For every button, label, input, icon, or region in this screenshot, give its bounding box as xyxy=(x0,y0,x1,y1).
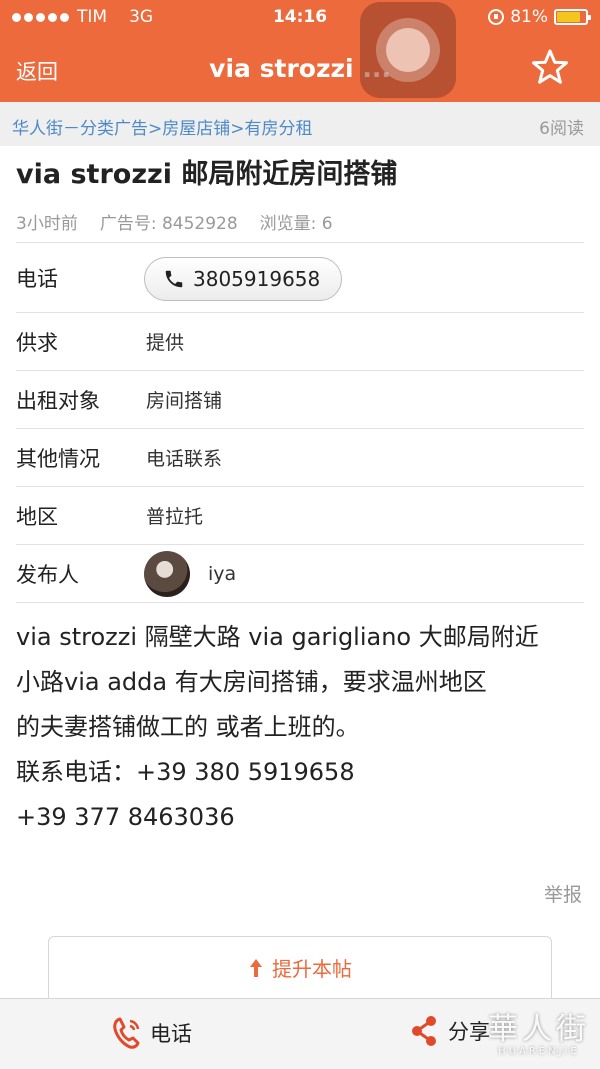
detail-value: 电话联系 xyxy=(146,448,223,470)
battery-info: 81% xyxy=(488,7,591,27)
assistive-touch-center xyxy=(386,28,430,72)
detail-value: 提供 xyxy=(146,332,185,354)
ad-number: 广告号: 8452928 xyxy=(99,214,238,234)
watermark-cn: 華人街 xyxy=(488,1012,590,1047)
star-outline-icon xyxy=(532,49,568,84)
promote-label: 提升本帖 xyxy=(272,957,352,981)
app-header: TIM 3G 14:16 81% 返回 via strozzi ... xyxy=(0,0,600,102)
detail-row-area: 地区 普拉托 xyxy=(16,487,584,545)
navigation-bar: 返回 via strozzi ... xyxy=(0,34,600,102)
description-line: via strozzi 隔壁大路 via garigliano 大邮局附近 xyxy=(16,623,539,651)
detail-row-phone: 电话 3805919658 xyxy=(16,243,584,313)
detail-row-target: 出租对象 房间搭铺 xyxy=(16,371,584,429)
share-label: 分享 xyxy=(448,1020,490,1044)
battery-icon xyxy=(554,9,591,25)
poster-name[interactable]: iya xyxy=(208,545,236,602)
detail-label: 供求 xyxy=(16,330,58,355)
detail-value: 房间搭铺 xyxy=(146,390,223,412)
watermark-logo: 華人街 HUARENJIE xyxy=(488,1004,590,1057)
call-label: 电话 xyxy=(150,1022,192,1046)
description-line: 小路via adda 有大房间搭铺，要求温州地区 xyxy=(16,668,487,696)
detail-value: 普拉托 xyxy=(146,506,204,528)
detail-label: 出租对象 xyxy=(16,388,100,413)
posted-time: 3小时前 xyxy=(16,214,78,234)
detail-label: 地区 xyxy=(16,504,58,529)
status-bar: TIM 3G 14:16 81% xyxy=(0,0,600,34)
promote-post-button[interactable]: 提升本帖 xyxy=(48,936,552,998)
detail-label: 电话 xyxy=(16,266,58,291)
assistive-touch-button[interactable] xyxy=(360,2,456,98)
description-line: 联系电话：+39 380 5919658 xyxy=(16,758,355,786)
detail-label: 其他情况 xyxy=(16,446,100,471)
report-button[interactable]: 举报 xyxy=(544,880,582,907)
post-description: via strozzi 隔壁大路 via garigliano 大邮局附近 小路… xyxy=(16,615,591,840)
call-button[interactable]: 电话 xyxy=(110,1015,192,1051)
detail-row-other: 其他情况 电话联系 xyxy=(16,429,584,487)
detail-label: 发布人 xyxy=(16,562,79,587)
avatar[interactable] xyxy=(144,551,190,597)
view-count: 浏览量: 6 xyxy=(259,214,333,234)
battery-percent: 81% xyxy=(510,7,548,27)
details-table: 电话 3805919658 供求 提供 出租对象 房间搭铺 其他情况 电话联系 … xyxy=(16,242,584,603)
description-line: +39 377 8463036 xyxy=(16,803,235,831)
description-line: 的夫妻搭铺做工的 或者上班的。 xyxy=(16,713,360,741)
breadcrumb-bar: 华人街－分类广告>房屋店铺>有房分租 6阅读 xyxy=(0,102,600,146)
rotation-lock-icon xyxy=(488,9,505,25)
detail-row-poster[interactable]: 发布人 iya xyxy=(16,545,584,603)
arrow-up-icon xyxy=(250,958,262,977)
nav-title: via strozzi ... xyxy=(209,54,391,83)
battery-fill xyxy=(557,12,580,22)
phone-icon xyxy=(113,1017,140,1049)
read-count: 6阅读 xyxy=(539,119,584,139)
share-button[interactable]: 分享 xyxy=(410,1015,490,1047)
favorite-button[interactable] xyxy=(530,48,570,88)
post-meta: 3小时前 广告号: 8452928 浏览量: 6 xyxy=(16,209,333,234)
phone-number: 3805919658 xyxy=(193,267,321,291)
watermark-en: HUARENJIE xyxy=(498,1046,580,1057)
post-title: via strozzi 邮局附近房间搭铺 xyxy=(16,159,398,190)
phone-icon xyxy=(165,270,183,288)
share-icon xyxy=(412,1016,436,1046)
call-phone-button[interactable]: 3805919658 xyxy=(144,257,342,301)
detail-row-supply: 供求 提供 xyxy=(16,313,584,371)
breadcrumb[interactable]: 华人街－分类广告>房屋店铺>有房分租 xyxy=(12,114,313,139)
